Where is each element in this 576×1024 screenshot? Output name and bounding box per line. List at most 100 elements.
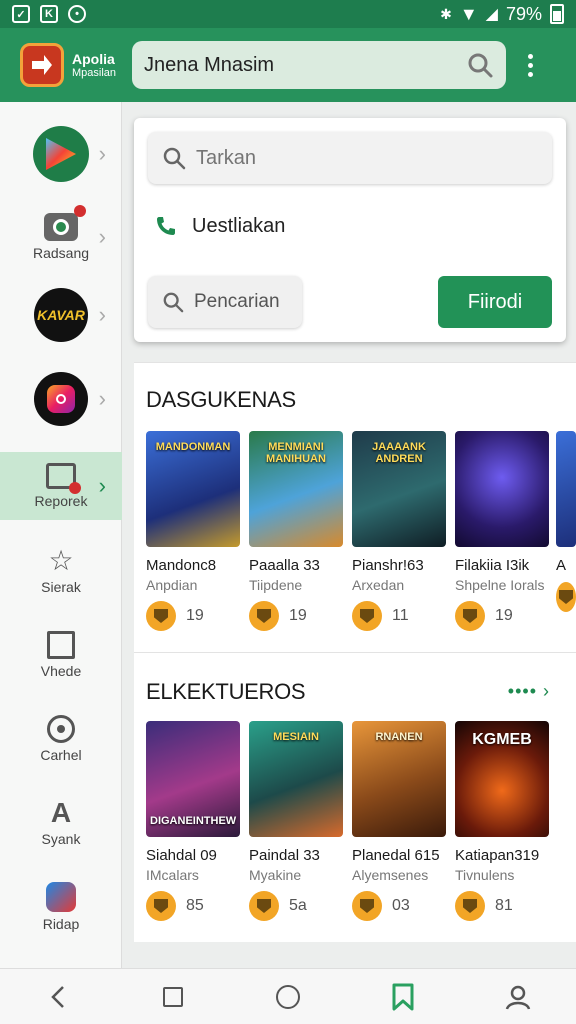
shield-badge-icon [146, 601, 176, 631]
game-subtitle: Alyemsenes [352, 867, 429, 883]
search-icon[interactable] [466, 51, 494, 79]
pencarian-label: Pencarian [194, 291, 280, 312]
chevron-right-icon: › [98, 141, 106, 166]
rail-label-sierak: Sierak [41, 579, 81, 595]
wifi-icon: ▼ [459, 3, 478, 24]
game-score: 19 [495, 607, 513, 624]
app-bar: Apolia Mpasilan [0, 28, 576, 102]
game-score: 5a [289, 897, 307, 914]
game-score: 81 [495, 897, 513, 914]
section-title: DASGUKENAS [146, 387, 296, 412]
rail-item-radsang[interactable]: Radsang › [0, 202, 122, 272]
home-icon[interactable] [268, 977, 308, 1017]
play-store-icon [33, 126, 89, 182]
more-button[interactable]: •••• › [508, 681, 550, 702]
game-name: Pianshr!63 [352, 557, 424, 574]
game-tile[interactable]: A [556, 431, 576, 612]
signal-icon: ◢ [485, 6, 498, 23]
search-field[interactable] [148, 132, 552, 184]
game-thumbnail: JAAAANK ANDREN [352, 431, 446, 547]
rail-item-carhel[interactable]: Carhel [0, 704, 122, 774]
game-subtitle: Myakine [249, 867, 302, 883]
game-tile[interactable]: DIGANEINTHEW Siahdal 09 IMcalars 85 [146, 721, 240, 921]
pencarian-button[interactable]: Pencarian [148, 276, 302, 328]
game-tile[interactable]: MENMIANI MANIHUAN Paaalla 33 Tiipdene 19 [249, 431, 343, 631]
game-subtitle: Anpdian [146, 577, 198, 593]
rail-label-ridap: Ridap [42, 916, 80, 932]
game-score: 11 [392, 607, 409, 624]
battery-icon [550, 4, 564, 24]
rail-label-reporek: Reporek [34, 493, 88, 509]
rail-label-radsang: Radsang [32, 245, 90, 261]
target-icon [47, 715, 75, 743]
app-logo-icon[interactable] [20, 43, 64, 87]
back-icon[interactable] [38, 977, 78, 1017]
game-tile[interactable]: JAAAANK ANDREN Pianshr!63 Arxedan 11 [352, 431, 446, 631]
bookmark-icon[interactable] [383, 977, 423, 1017]
rail-item-insta[interactable]: › [0, 364, 122, 434]
game-tile[interactable]: Filakiia I3ik Shpelne Iorals 19 [455, 431, 549, 631]
game-thumbnail: MENMIANI MANIHUAN [249, 431, 343, 547]
shield-badge-icon [455, 891, 485, 921]
game-thumbnail [455, 431, 549, 547]
game-tile[interactable]: RNANEN Planedal 615 Alyemsenes 03 [352, 721, 446, 921]
game-name: Katiapan319 [455, 847, 540, 864]
rail-item-kavar[interactable]: KAVAR › [0, 280, 122, 350]
rail-item-syank[interactable]: A Syank [0, 788, 122, 858]
rail-item-sierak[interactable]: ☆ Sierak [0, 536, 122, 606]
shield-badge-icon [249, 891, 279, 921]
rail-label-vhede: Vhede [40, 663, 82, 679]
game-name: Mandonc8 [146, 557, 217, 574]
rail-label-syank: Syank [41, 831, 81, 847]
overflow-menu-icon[interactable] [528, 53, 534, 77]
submit-button[interactable]: Fiirodi [438, 276, 552, 328]
camera-icon [44, 205, 86, 241]
chevron-right-icon: › [98, 302, 106, 327]
game-tile[interactable]: KGMEB Katiapan319 Tivnulens 81 [455, 721, 549, 921]
game-name: A [556, 557, 567, 574]
game-tile[interactable]: MESIAIN Paindal 33 Myakine 5a [249, 721, 343, 921]
report-icon [46, 463, 81, 494]
phone-row[interactable]: Uestliakan [154, 214, 285, 238]
game-name: Siahdal 09 [146, 847, 217, 864]
rail-item-play[interactable]: › [0, 110, 122, 198]
rail-item-vhede[interactable]: Vhede [0, 620, 122, 690]
game-tile[interactable]: MANDONMAN Mandonc8 Anpdian 19 [146, 431, 240, 631]
search-icon [163, 292, 184, 313]
shield-badge-icon [556, 582, 576, 612]
profile-icon[interactable] [498, 977, 538, 1017]
phone-icon [157, 217, 175, 235]
search-card-input[interactable] [196, 146, 536, 170]
status-bar: ✓ K • ✱ ▼ ◢ 79% [0, 0, 576, 28]
game-thumbnail [556, 431, 576, 547]
game-score: 03 [392, 897, 410, 914]
shield-badge-icon [352, 601, 382, 631]
game-thumbnail: KGMEB [455, 721, 549, 837]
section-title: ELKEKTUEROS [146, 679, 306, 704]
rail-item-ridap[interactable]: Ridap [0, 872, 122, 942]
a-logo-icon: A [50, 797, 72, 828]
game-thumbnail: MESIAIN [249, 721, 343, 837]
bottom-nav [0, 968, 576, 1024]
bluetooth-icon: ✱ [440, 5, 452, 22]
phone-label: Uestliakan [192, 214, 286, 237]
chevron-right-icon: › [98, 473, 106, 498]
game-name: Paindal 33 [249, 847, 320, 864]
shield-badge-icon [455, 601, 485, 631]
star-icon: ☆ [48, 545, 74, 576]
check-square-icon: ✓ [12, 5, 30, 23]
game-name: Filakiia I3ik [455, 557, 530, 574]
rail-label-carhel: Carhel [40, 747, 82, 763]
game-name: Paaalla 33 [249, 557, 320, 574]
rail-item-reporek[interactable]: Reporek › [0, 452, 122, 520]
recents-icon[interactable] [153, 977, 193, 1017]
game-thumbnail: MANDONMAN [146, 431, 240, 547]
game-thumbnail: RNANEN [352, 721, 446, 837]
game-score: 19 [289, 607, 307, 624]
game-subtitle: Shpelne Iorals [455, 577, 545, 593]
battery-text: 79% [505, 3, 542, 24]
top-search-bar[interactable] [132, 41, 507, 89]
chevron-right-icon: › [98, 386, 106, 411]
brand-title: Apolia [72, 50, 115, 67]
top-search-input[interactable] [144, 53, 467, 77]
